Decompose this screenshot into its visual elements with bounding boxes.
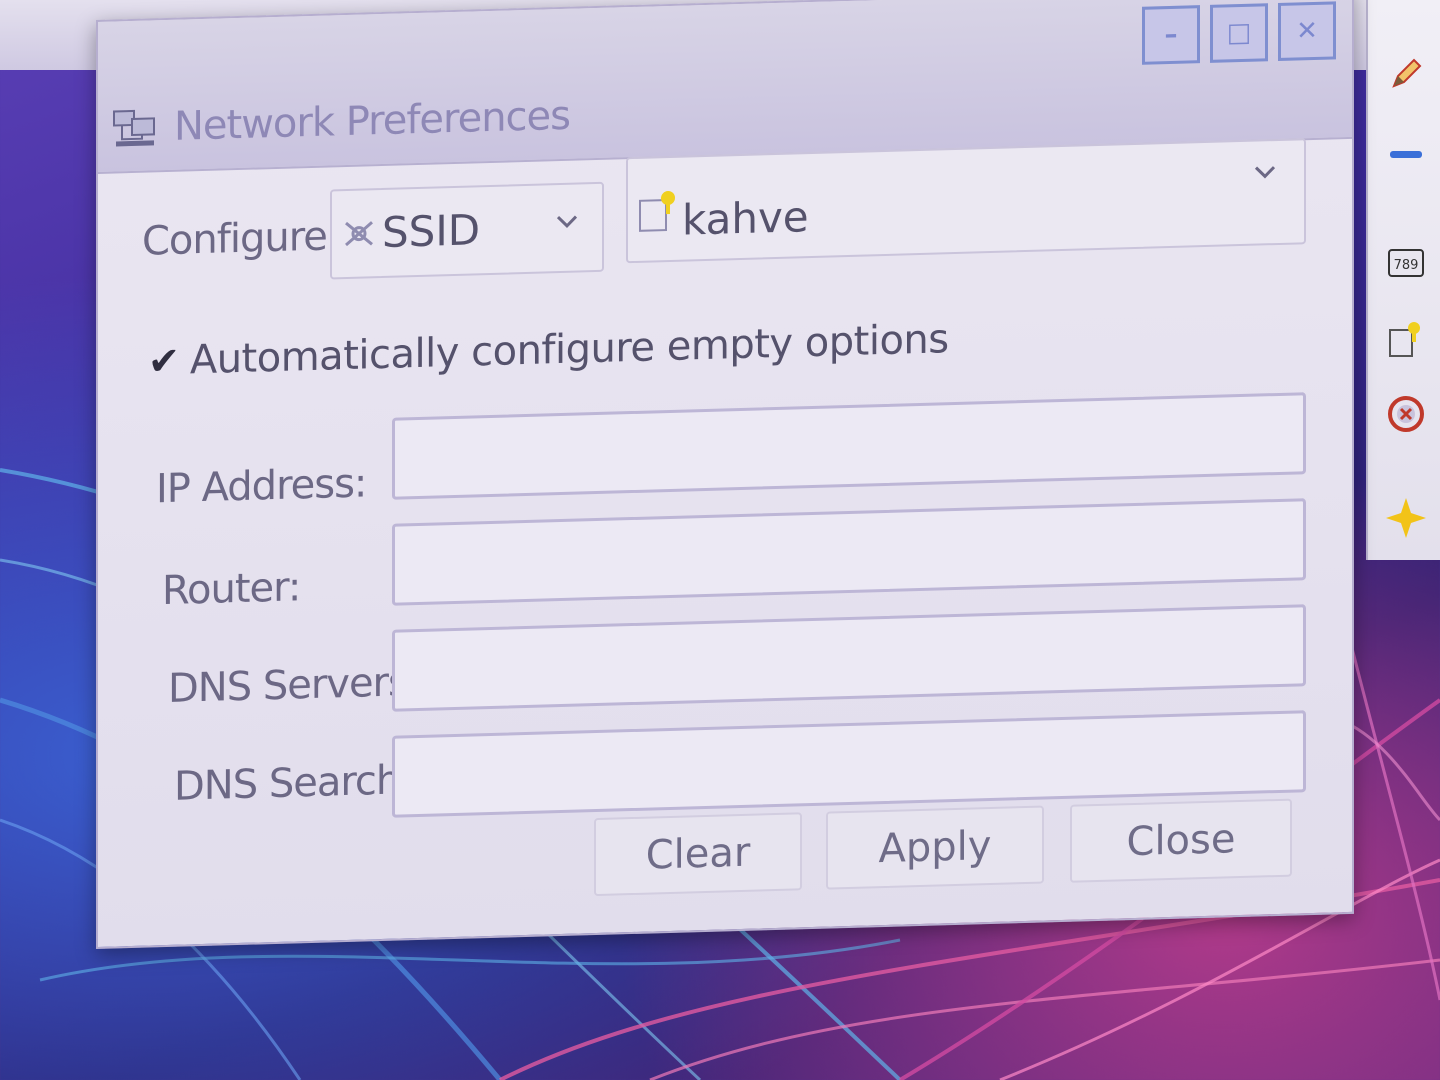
star-icon[interactable] <box>1384 496 1428 540</box>
configure-type-select[interactable]: SSID <box>330 181 604 280</box>
maximize-button[interactable]: □ <box>1210 3 1268 63</box>
dns-servers-label: DNS Servers: <box>168 658 421 712</box>
dialog-content: Configure: SSID kahve ✔ Automatically co… <box>98 137 1352 947</box>
network-preferences-dialog: Network Preferences – □ ✕ Configure: SSI… <box>96 0 1354 949</box>
minus-icon[interactable] <box>1384 132 1428 176</box>
auto-config-row[interactable]: ✔ Automatically configure empty options <box>148 316 949 384</box>
close-button[interactable]: Close <box>1070 798 1292 883</box>
window-title: Network Preferences <box>174 92 570 150</box>
pencil-icon[interactable] <box>1384 52 1428 96</box>
apply-button[interactable]: Apply <box>826 805 1044 890</box>
wifi-icon[interactable] <box>1384 316 1428 360</box>
close-circle-icon[interactable] <box>1384 392 1428 436</box>
clear-button[interactable]: Clear <box>594 812 802 897</box>
keyboard-icon[interactable]: 789 <box>1384 240 1428 284</box>
wifi-icon <box>638 188 678 239</box>
chevron-down-icon <box>1250 157 1280 188</box>
auto-config-label: Automatically configure empty options <box>189 316 949 384</box>
wifi-signal-icon <box>342 216 376 255</box>
configure-network-value: kahve <box>682 192 809 245</box>
ip-address-label: IP Address: <box>156 460 367 513</box>
chevron-down-icon <box>552 206 582 237</box>
router-label: Router: <box>162 564 301 615</box>
dns-search-label: DNS Search: <box>174 757 413 810</box>
svg-text:789: 789 <box>1394 258 1419 273</box>
network-icon <box>112 108 158 149</box>
ip-address-field[interactable] <box>392 392 1306 500</box>
configure-label: Configure: <box>142 213 340 265</box>
auto-config-checkbox[interactable]: ✔ <box>148 339 180 384</box>
configure-type-value: SSID <box>382 205 481 258</box>
window-close-button[interactable]: ✕ <box>1278 1 1336 61</box>
configure-network-select[interactable]: kahve <box>626 138 1306 264</box>
dns-servers-field[interactable] <box>392 604 1306 712</box>
right-side-panel: 789 <box>1366 0 1440 560</box>
minimize-button[interactable]: – <box>1142 5 1200 65</box>
router-field[interactable] <box>392 498 1306 606</box>
